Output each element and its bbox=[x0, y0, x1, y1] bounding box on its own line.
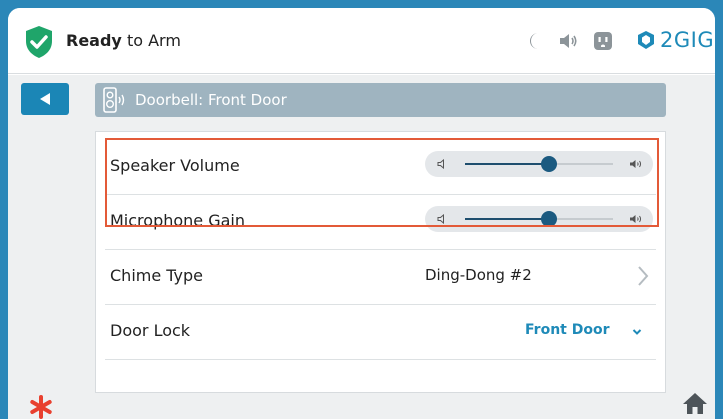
chime-type-label: Chime Type bbox=[110, 266, 204, 285]
screen: Ready to Arm 2GIG Doorbell: Front Door S… bbox=[8, 8, 715, 419]
home-icon[interactable] bbox=[682, 391, 708, 415]
asterisk-icon[interactable] bbox=[28, 394, 54, 419]
page-title: Doorbell: Front Door bbox=[135, 91, 287, 109]
content-area: Doorbell: Front Door Speaker Volume Micr… bbox=[8, 75, 715, 393]
doorbell-icon bbox=[103, 87, 125, 113]
header: Ready to Arm 2GIG bbox=[8, 8, 715, 74]
chime-type-row[interactable]: Chime Type Ding-Dong #2 bbox=[105, 250, 656, 305]
microphone-gain-label: Microphone Gain bbox=[110, 211, 246, 230]
volume-high-icon bbox=[630, 215, 642, 223]
brand-logo-icon bbox=[638, 31, 654, 49]
settings-panel: Speaker Volume Microphone Gain Chime Typ… bbox=[95, 131, 666, 393]
moon-icon[interactable] bbox=[524, 30, 546, 52]
brand-logo: 2GIG bbox=[636, 28, 714, 52]
outlet-icon[interactable] bbox=[592, 30, 614, 52]
page-title-bar: Doorbell: Front Door bbox=[95, 83, 666, 117]
volume-low-icon bbox=[437, 159, 444, 169]
brand-name: 2GIG bbox=[660, 28, 715, 52]
back-button[interactable] bbox=[21, 83, 69, 115]
arm-status[interactable]: Ready to Arm bbox=[66, 31, 181, 50]
door-lock-label: Door Lock bbox=[110, 321, 191, 340]
slider-knob[interactable] bbox=[541, 156, 558, 172]
chevron-down-icon[interactable] bbox=[632, 328, 642, 336]
status-rest: to Arm bbox=[121, 31, 181, 50]
chime-type-value: Ding-Dong #2 bbox=[425, 266, 532, 284]
speaker-icon[interactable] bbox=[557, 30, 579, 52]
slider-fill bbox=[465, 218, 550, 220]
door-lock-row[interactable]: Door Lock Front Door bbox=[105, 305, 656, 360]
status-bold: Ready bbox=[66, 31, 122, 50]
speaker-volume-row: Speaker Volume bbox=[105, 140, 656, 195]
shield-check-icon bbox=[26, 26, 52, 58]
volume-low-icon bbox=[437, 214, 444, 224]
volume-high-icon bbox=[630, 160, 642, 168]
slider-knob[interactable] bbox=[541, 211, 558, 227]
microphone-gain-slider[interactable] bbox=[425, 206, 653, 232]
microphone-gain-row: Microphone Gain bbox=[105, 195, 656, 250]
chevron-right-icon[interactable] bbox=[636, 265, 650, 287]
slider-fill bbox=[465, 163, 550, 165]
speaker-volume-label: Speaker Volume bbox=[110, 156, 240, 175]
speaker-volume-slider[interactable] bbox=[425, 151, 653, 177]
door-lock-select[interactable]: Front Door bbox=[525, 322, 610, 338]
back-arrow-icon bbox=[40, 93, 50, 105]
footer bbox=[8, 393, 715, 419]
